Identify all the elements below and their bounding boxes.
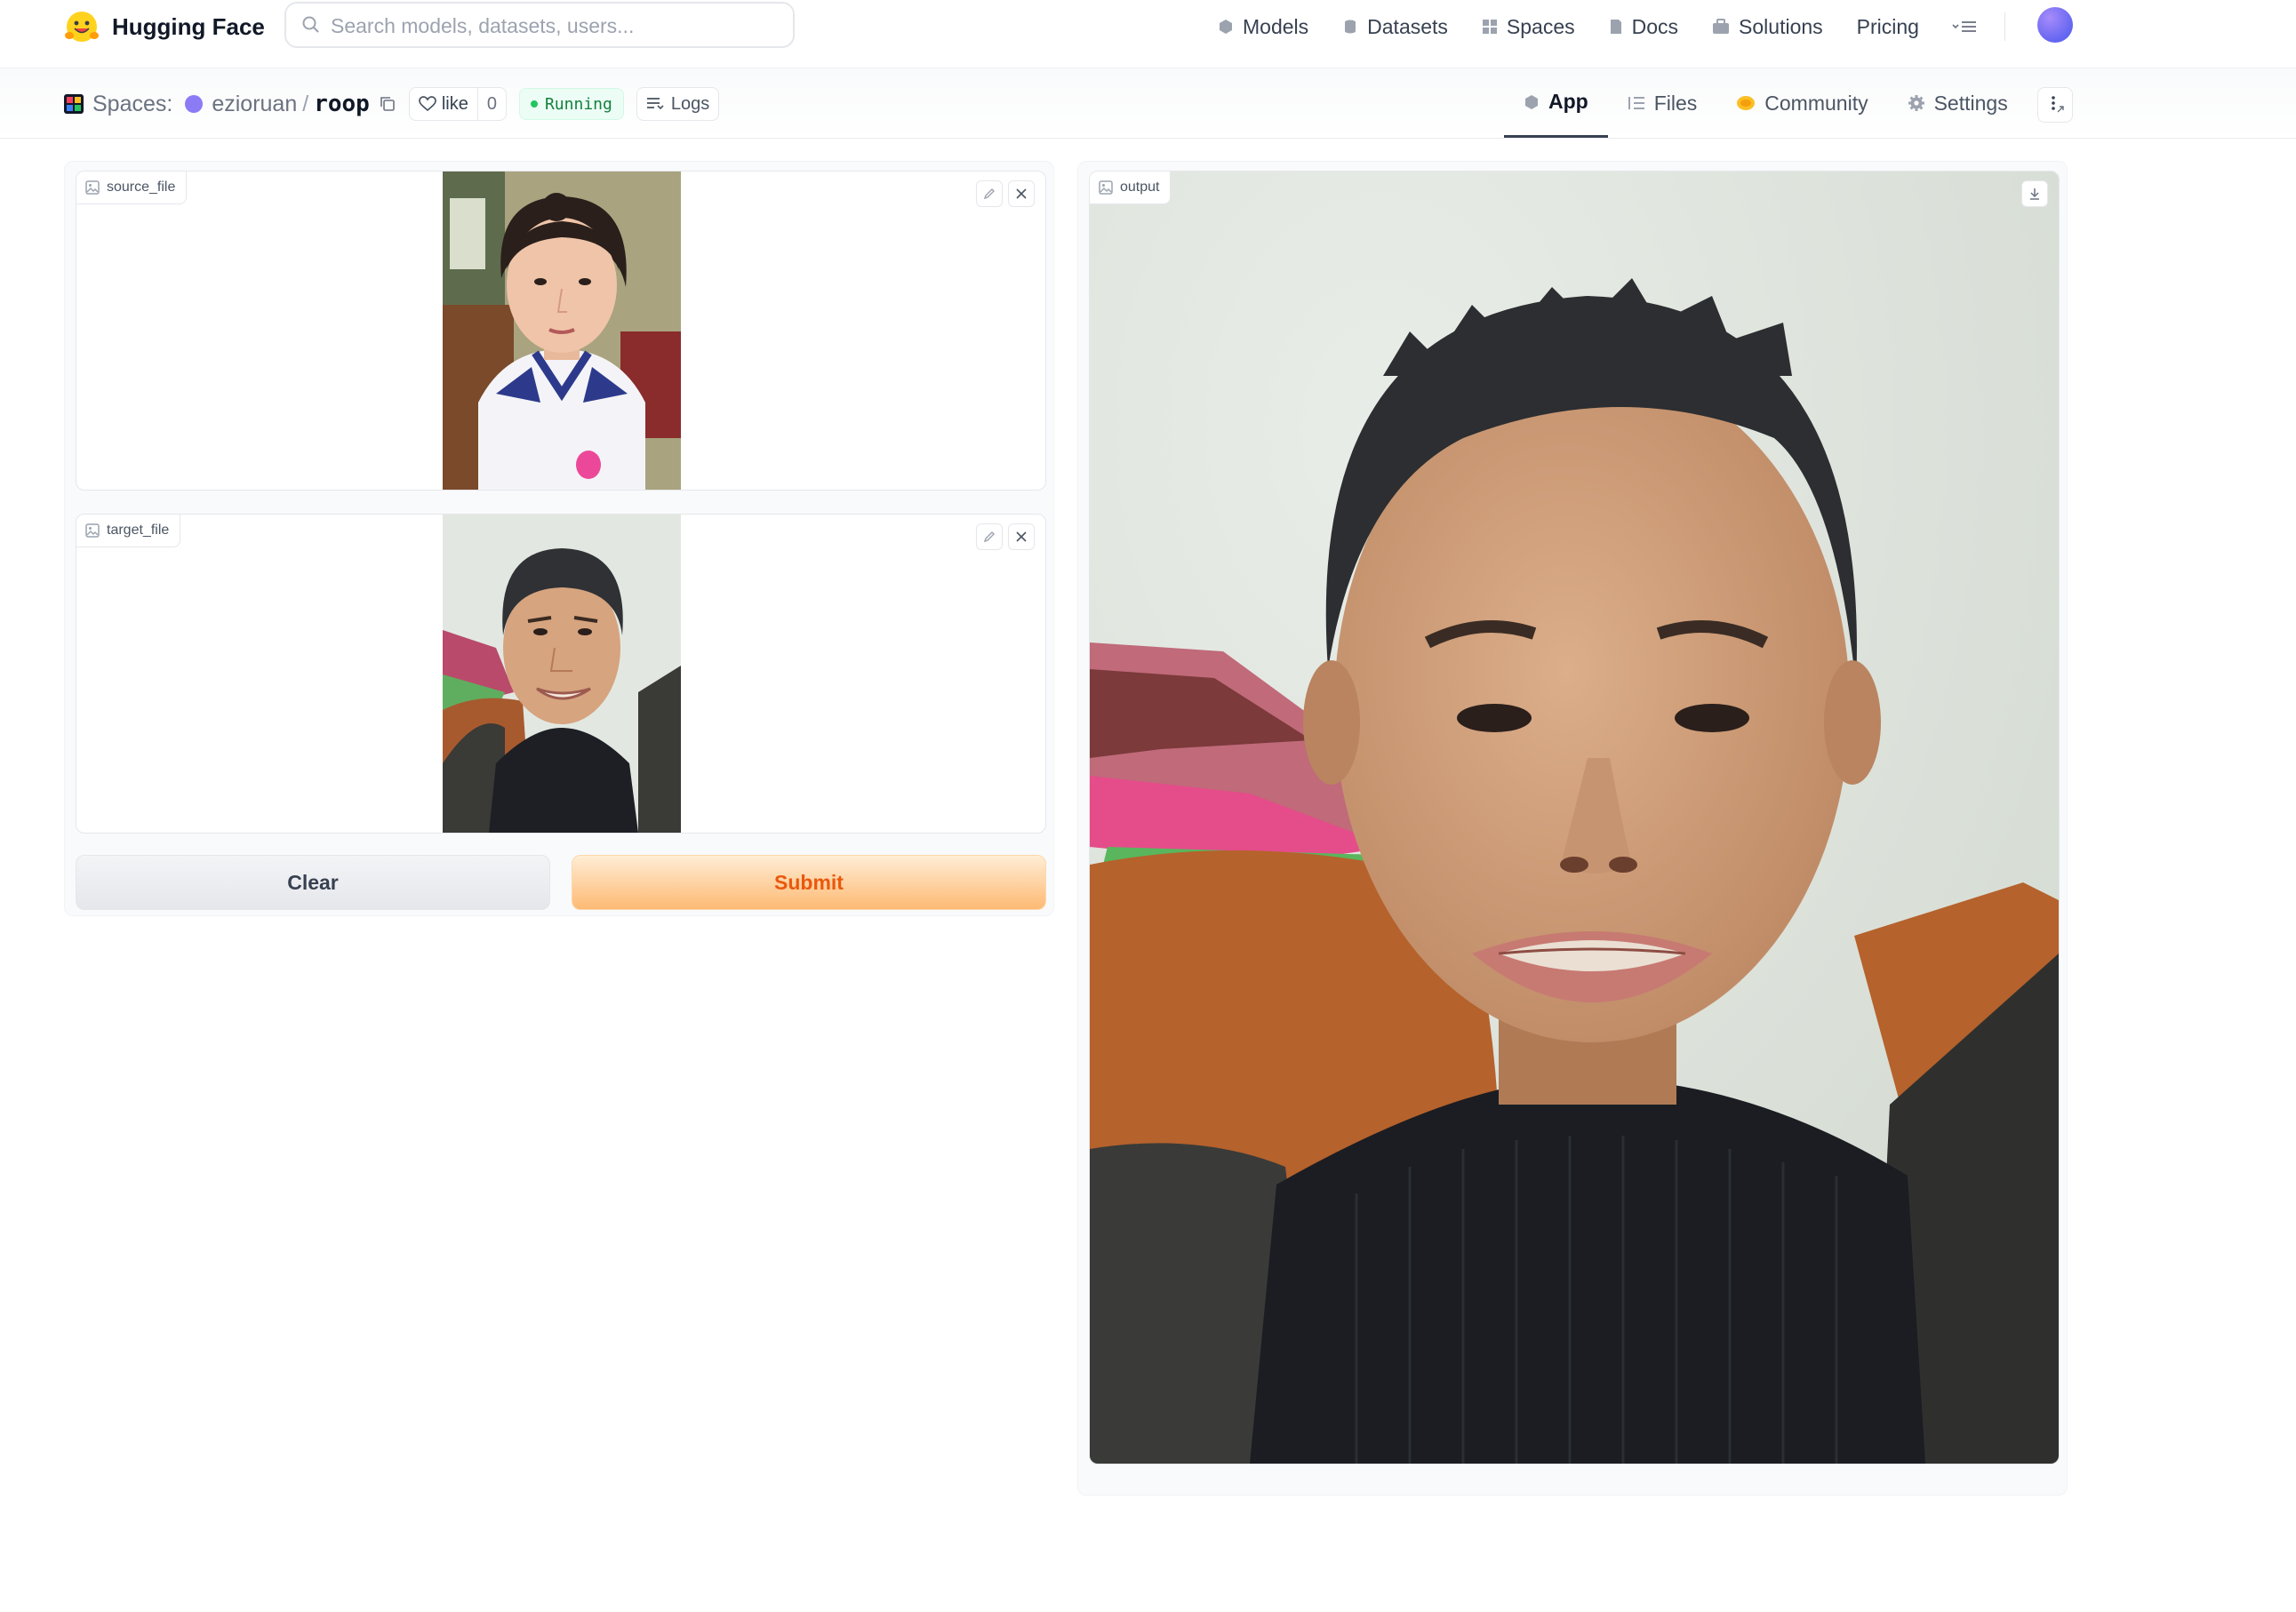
logs-icon — [646, 98, 664, 110]
pencil-icon — [983, 531, 995, 543]
tab-app-label: App — [1548, 90, 1588, 113]
output-panel: output — [1077, 161, 2068, 1496]
clear-button[interactable]: Clear — [76, 855, 550, 910]
nav-solutions[interactable]: Solutions — [1712, 15, 1823, 39]
brand-link[interactable]: Hugging Face — [64, 7, 265, 46]
output-image: output — [1089, 171, 2060, 1464]
community-icon — [1737, 96, 1756, 110]
nav-divider — [2004, 12, 2005, 41]
target-file-label-text: target_file — [107, 523, 170, 538]
like-count: 0 — [476, 88, 506, 120]
tab-settings[interactable]: Settings — [1888, 68, 2028, 138]
nav-spaces-label: Spaces — [1506, 14, 1575, 38]
nav-datasets[interactable]: Datasets — [1342, 15, 1448, 39]
search-box[interactable] — [284, 2, 795, 48]
tab-app[interactable]: App — [1504, 68, 1608, 138]
user-avatar[interactable] — [2037, 7, 2073, 43]
spaces-label[interactable]: Spaces: — [92, 92, 172, 117]
heart-icon — [418, 96, 436, 112]
target-file-label: target_file — [76, 515, 181, 547]
image-icon — [85, 180, 100, 195]
close-icon — [1016, 531, 1027, 542]
source-file-label-text: source_file — [107, 180, 176, 195]
status-label: Running — [544, 94, 612, 114]
nav-docs-label: Docs — [1631, 14, 1679, 38]
nav-spaces[interactable]: Spaces — [1482, 15, 1575, 39]
input-panel: source_file target_file Clear Submit — [64, 161, 1054, 916]
like-button[interactable]: like 0 — [408, 87, 507, 121]
main-nav: Models Datasets Spaces Docs Solutions Pr… — [1218, 9, 2012, 44]
solutions-icon — [1713, 19, 1730, 34]
hugging-face-logo-icon — [65, 12, 99, 42]
app-icon — [1525, 94, 1538, 109]
nav-pricing-label: Pricing — [1856, 14, 1919, 38]
output-image-preview — [1090, 172, 2059, 1464]
gear-icon — [1908, 95, 1924, 111]
nav-pricing[interactable]: Pricing — [1857, 15, 1919, 39]
target-image-preview — [443, 515, 681, 833]
image-icon — [1099, 180, 1113, 195]
nav-models-label: Models — [1243, 14, 1309, 38]
clear-button-label: Clear — [287, 870, 339, 894]
source-image-preview — [443, 172, 681, 490]
models-icon — [1220, 20, 1232, 34]
tab-files[interactable]: Files — [1608, 68, 1717, 138]
spaces-logo-icon — [64, 94, 84, 114]
spaces-icon — [1482, 20, 1497, 34]
more-options-button[interactable] — [2037, 87, 2073, 123]
tab-files-label: Files — [1653, 91, 1698, 115]
tab-settings-label: Settings — [1933, 91, 2008, 115]
nav-models[interactable]: Models — [1218, 15, 1308, 39]
target-image-upload[interactable]: target_file — [76, 514, 1046, 834]
docs-icon — [1610, 20, 1621, 34]
more-vertical-icon — [2052, 96, 2064, 113]
close-icon — [1016, 188, 1027, 199]
datasets-icon — [1345, 20, 1356, 34]
space-owner-link[interactable]: ezioruan — [212, 92, 297, 117]
nav-solutions-label: Solutions — [1739, 14, 1823, 38]
top-navigation: Hugging Face Models Datasets — [0, 0, 2296, 68]
nav-docs[interactable]: Docs — [1609, 15, 1678, 39]
pencil-icon — [983, 188, 995, 200]
tab-community[interactable]: Community — [1716, 68, 1887, 138]
status-dot — [530, 100, 538, 108]
path-separator: / — [302, 91, 309, 116]
source-file-label: source_file — [76, 172, 188, 204]
image-icon — [85, 523, 100, 538]
submit-button-label: Submit — [774, 870, 844, 894]
files-icon — [1628, 97, 1644, 109]
clear-target-button[interactable] — [1008, 523, 1035, 550]
nav-datasets-label: Datasets — [1367, 14, 1448, 38]
source-image-upload[interactable]: source_file — [76, 171, 1046, 491]
menu-icon — [1952, 21, 1976, 32]
search-icon — [302, 16, 319, 33]
space-tabs: App Files Community Settings — [1504, 68, 2028, 138]
search-input[interactable] — [329, 11, 777, 41]
like-label: like — [441, 93, 468, 114]
logs-label: Logs — [670, 93, 710, 114]
space-repo-link[interactable]: roop — [314, 91, 370, 117]
submit-button[interactable]: Submit — [572, 855, 1046, 910]
output-label: output — [1090, 172, 1172, 204]
space-header: Spaces: ezioruan / roop like 0 Running L… — [0, 68, 2296, 139]
download-output-button[interactable] — [2021, 180, 2048, 207]
nav-more-menu[interactable] — [1951, 18, 1978, 36]
edit-target-button[interactable] — [976, 523, 1003, 550]
status-badge: Running — [518, 88, 624, 120]
clear-source-button[interactable] — [1008, 180, 1035, 207]
download-icon — [2030, 188, 2039, 200]
tab-community-label: Community — [1764, 91, 1868, 115]
edit-source-button[interactable] — [976, 180, 1003, 207]
logs-button[interactable]: Logs — [636, 87, 720, 121]
owner-avatar — [185, 95, 204, 113]
brand-name: Hugging Face — [112, 12, 265, 40]
output-label-text: output — [1120, 180, 1160, 195]
copy-icon[interactable] — [379, 95, 396, 113]
